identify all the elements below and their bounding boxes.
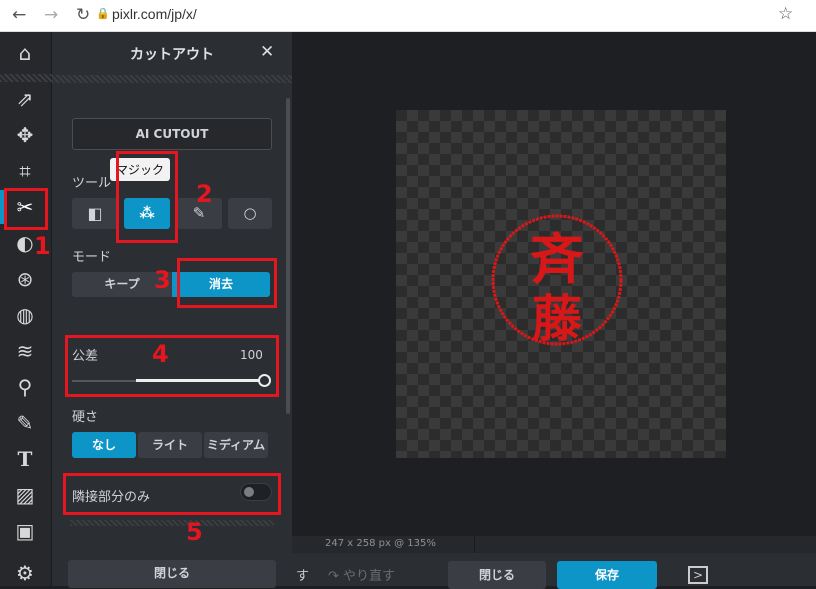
hardness-light-button[interactable]: ライト [138, 432, 202, 458]
divider [70, 520, 274, 526]
arrange-icon[interactable]: ⇗ [6, 84, 44, 114]
filter-icon[interactable]: ⊛ [6, 264, 44, 294]
liquify-icon[interactable]: ≋ [6, 336, 44, 366]
annotation-box-4 [65, 335, 279, 397]
stamp-image: 斉 藤 [491, 214, 623, 348]
reload-icon[interactable]: ↻ [76, 5, 90, 25]
text-icon[interactable]: T [6, 444, 44, 474]
save-button[interactable]: 保存 [557, 561, 657, 589]
pattern-icon[interactable]: ▨ [6, 480, 44, 510]
move-icon[interactable]: ✥ [6, 120, 44, 150]
annotation-number-4: 4 [152, 340, 169, 368]
ai-cutout-button[interactable]: AI CUTOUT [72, 118, 272, 150]
back-icon[interactable]: ← [12, 5, 26, 25]
image-icon[interactable]: ▣ [6, 516, 44, 546]
url-field[interactable]: pixlr.com/jp/x/ [112, 6, 197, 22]
divider [0, 74, 52, 82]
star-icon[interactable]: ☆ [778, 4, 793, 24]
annotation-number-5: 5 [186, 518, 203, 546]
home-icon[interactable]: ⌂ [6, 38, 44, 68]
panel-title: カットアウト [130, 47, 214, 63]
left-toolbar: ⌂ ⇗ ✥ ⌗ ✂ ◐ ⊛ ◍ ≋ ⚲ ✎ T ▨ ▣ ⚙ [0, 32, 52, 586]
lasso-tool-button[interactable]: ○ [228, 198, 272, 229]
status-bar: 247 x 258 px @ 135% [292, 536, 816, 553]
redo-icon: ↷ [328, 569, 344, 584]
scrollbar[interactable] [286, 98, 290, 414]
annotation-number-2: 2 [196, 180, 213, 208]
expand-panel-icon[interactable]: > [688, 566, 708, 584]
brush-icon[interactable]: ✎ [6, 408, 44, 438]
redo-button[interactable]: ↷ やり直す [328, 565, 395, 584]
divider [52, 75, 292, 83]
panel-close-button[interactable]: 閉じる [68, 560, 276, 588]
mode-label: モード [72, 250, 112, 265]
undo-button[interactable]: す [296, 565, 309, 584]
redo-label: やり直す [343, 569, 396, 584]
retouch-icon[interactable]: ⚲ [6, 372, 44, 402]
settings-gear-icon[interactable]: ⚙ [6, 558, 44, 588]
tool-label: ツール [72, 176, 112, 191]
bottom-bar: す ↷ やり直す 閉じる 保存 > [292, 553, 816, 589]
annotation-box-2 [116, 151, 178, 243]
annotation-box-5 [63, 473, 281, 515]
effect-icon[interactable]: ◍ [6, 300, 44, 330]
annotation-box-1 [4, 188, 48, 230]
annotation-number-3: 3 [154, 266, 171, 294]
svg-text:藤: 藤 [532, 289, 583, 348]
lock-icon: 🔒 [96, 7, 110, 20]
hardness-none-button[interactable]: なし [72, 432, 136, 458]
browser-bar: ← → ↻ 🔒 pixlr.com/jp/x/ ☆ [0, 0, 816, 32]
svg-text:斉: 斉 [530, 227, 584, 291]
hardness-medium-button[interactable]: ミディアム [204, 432, 268, 458]
forward-icon[interactable]: → [44, 5, 58, 25]
image-info: 247 x 258 px @ 135% [325, 538, 436, 549]
annotation-box-3 [177, 258, 277, 308]
shape-tool-button[interactable]: ◧ [72, 198, 118, 229]
close-button[interactable]: 閉じる [448, 561, 546, 589]
close-icon[interactable]: ✕ [260, 42, 274, 62]
image-canvas[interactable]: 斉 藤 [396, 110, 726, 458]
annotation-number-1: 1 [34, 232, 51, 260]
crop-icon[interactable]: ⌗ [6, 156, 44, 186]
hardness-label: 硬さ [72, 410, 99, 425]
